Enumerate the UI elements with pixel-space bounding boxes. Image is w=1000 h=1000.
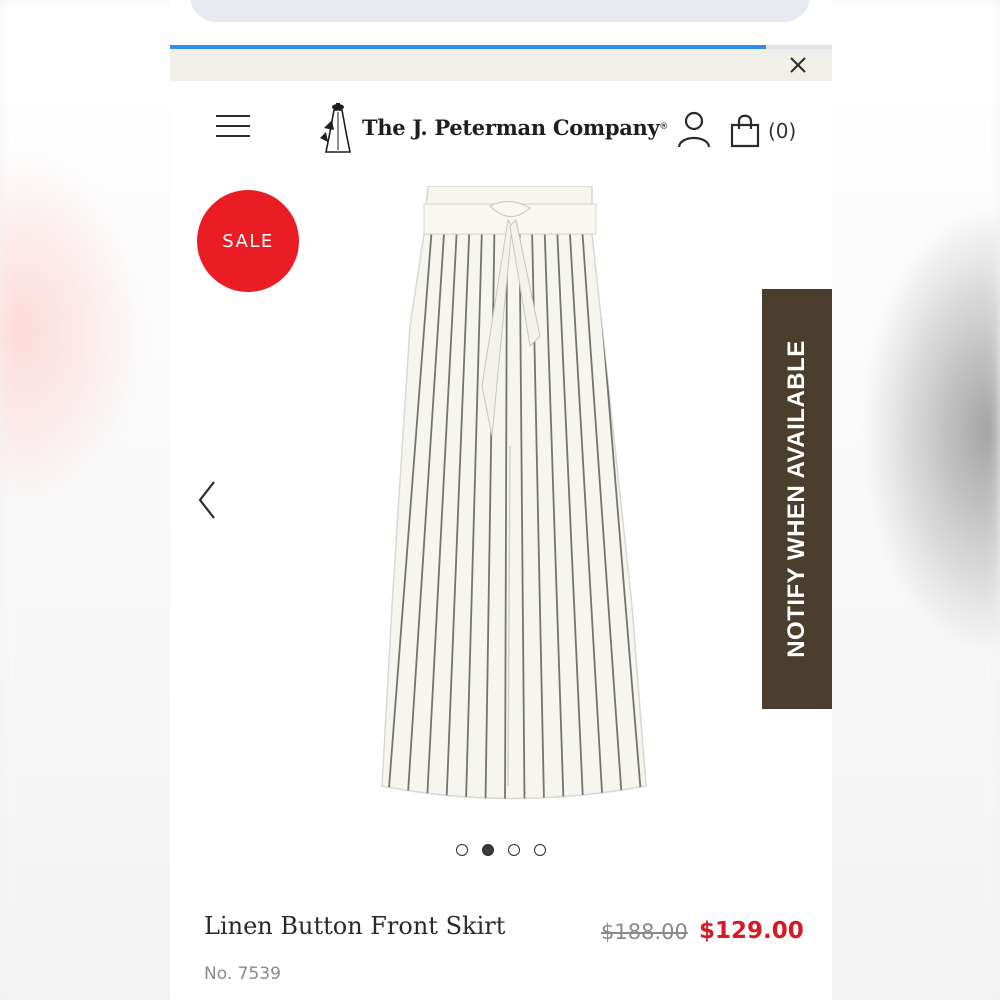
sale-price: $129.00 xyxy=(699,918,804,944)
product-image[interactable] xyxy=(370,186,650,801)
promo-banner xyxy=(170,49,832,81)
brand-logo[interactable]: The J. Peterman Company ® xyxy=(316,97,668,157)
close-icon[interactable] xyxy=(786,53,810,77)
address-bar[interactable] xyxy=(190,0,810,22)
carousel-dot[interactable] xyxy=(508,844,520,856)
brand-name: The J. Peterman Company xyxy=(362,114,660,140)
peterman-logo-icon xyxy=(320,103,351,153)
original-price: $188.00 xyxy=(601,920,688,944)
sale-badge: SALE xyxy=(197,190,299,292)
hamburger-menu-icon[interactable] xyxy=(216,113,252,139)
carousel-dot[interactable] xyxy=(482,844,494,856)
product-gallery: SALE NOTIFY WHEN AVAILABLE xyxy=(170,176,832,896)
shopping-bag-icon xyxy=(730,114,760,148)
carousel-dots xyxy=(170,844,832,856)
mobile-page: The J. Peterman Company ® (0) SALE NOTIF… xyxy=(170,0,832,1000)
product-title: Linen Button Front Skirt xyxy=(204,912,506,940)
cart-button[interactable]: (0) xyxy=(728,111,796,151)
user-icon[interactable] xyxy=(676,109,712,149)
chevron-left-icon[interactable] xyxy=(194,478,222,522)
site-header: The J. Peterman Company ® (0) xyxy=(170,81,832,176)
browser-bar xyxy=(170,0,832,46)
notify-when-available-button[interactable]: NOTIFY WHEN AVAILABLE xyxy=(762,289,832,709)
cart-count: (0) xyxy=(768,119,797,143)
carousel-dot[interactable] xyxy=(534,844,546,856)
registered-mark: ® xyxy=(659,122,669,132)
item-number: No. 7539 xyxy=(204,964,281,984)
notify-label: NOTIFY WHEN AVAILABLE xyxy=(783,340,810,658)
carousel-dot[interactable] xyxy=(456,844,468,856)
